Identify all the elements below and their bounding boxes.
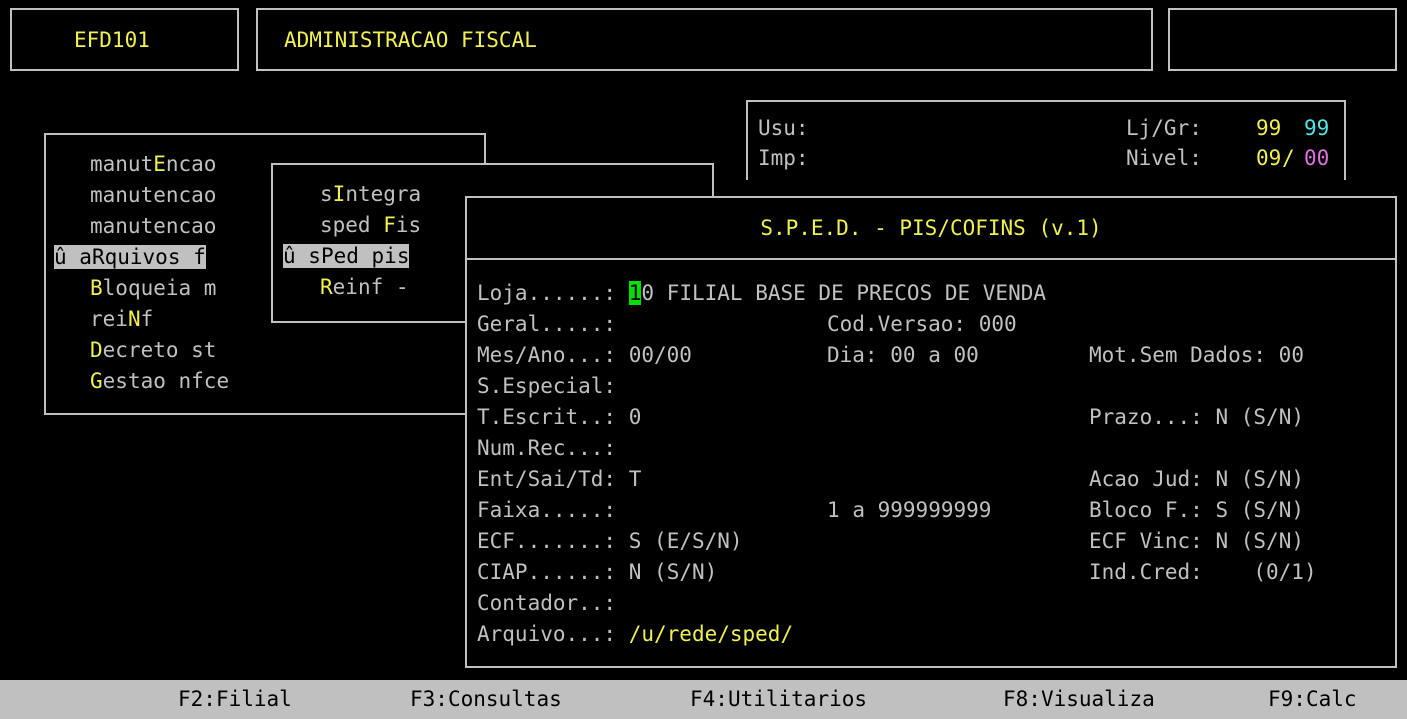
ljgr-grupo: 99 xyxy=(1304,116,1330,140)
fkey-f9-calc[interactable]: F9:Calc xyxy=(1268,680,1357,719)
dialog-header: S.P.E.D. - PIS/COFINS (v.1) xyxy=(467,198,1395,260)
field-faixa-range[interactable]: 1 a 999999999 xyxy=(827,495,991,526)
app-title: ADMINISTRACAO FISCAL xyxy=(284,27,537,52)
status-box xyxy=(1168,8,1397,71)
fkey-f2-filial[interactable]: F2:Filial xyxy=(178,680,292,719)
usu-label: Usu: xyxy=(758,116,809,140)
field-prazo[interactable]: Prazo...: N (S/N) xyxy=(1089,402,1304,433)
field-bloco-f[interactable]: Bloco F.: S (S/N) xyxy=(1089,495,1304,526)
ljgr-loja: 99 xyxy=(1256,116,1282,140)
field-acao-jud[interactable]: Acao Jud: N (S/N) xyxy=(1089,464,1304,495)
field-ind-cred[interactable]: Ind.Cred: (0/1) xyxy=(1089,557,1317,588)
field-s-especial[interactable]: S.Especial: xyxy=(477,371,1395,402)
menu-item-gestao-nfce[interactable]: Gestao nfce xyxy=(46,366,484,397)
function-key-bar: F2:Filial F3:Consultas F4:Utilitarios F8… xyxy=(0,680,1407,719)
imp-label: Imp: xyxy=(758,146,809,170)
fkey-f3-consultas[interactable]: F3:Consultas xyxy=(410,680,562,719)
loja-name: FILIAL BASE DE PRECOS DE VENDA xyxy=(666,281,1046,305)
sped-pis-cofins-dialog: S.P.E.D. - PIS/COFINS (v.1) Loja......: … xyxy=(465,196,1397,668)
field-ecf-vinc[interactable]: ECF Vinc: N (S/N) xyxy=(1089,526,1304,557)
program-code: EFD101 xyxy=(74,27,150,52)
arquivo-path: /u/rede/sped/ xyxy=(628,622,794,646)
field-num-rec[interactable]: Num.Rec...: xyxy=(477,433,1395,464)
loja-cursor: 1 xyxy=(628,281,642,305)
nivel-b: 00 xyxy=(1304,146,1330,170)
fkey-f4-utilitarios[interactable]: F4:Utilitarios xyxy=(690,680,867,719)
nivel-a: 09 xyxy=(1256,146,1282,170)
nivel-label: Nivel: xyxy=(1126,146,1202,170)
fkey-f8-visualiza[interactable]: F8:Visualiza xyxy=(1003,680,1155,719)
field-loja[interactable]: Loja......: 10 FILIAL BASE DE PRECOS DE … xyxy=(477,278,1395,309)
nivel-sep: / xyxy=(1282,146,1295,170)
title-box: ADMINISTRACAO FISCAL xyxy=(256,8,1153,71)
field-contador[interactable]: Contador..: xyxy=(477,588,1395,619)
field-mot-sem-dados[interactable]: Mot.Sem Dados: 00 xyxy=(1089,340,1304,371)
menu-item-decreto[interactable]: Decreto st xyxy=(46,335,484,366)
ljgr-label: Lj/Gr: xyxy=(1126,116,1202,140)
field-dia[interactable]: Dia: 00 a 00 xyxy=(827,340,979,371)
field-cod-versao[interactable]: Cod.Versao: 000 xyxy=(827,309,1017,340)
program-code-box: EFD101 xyxy=(10,8,239,71)
user-info-panel: Usu: Imp: Lj/Gr: 99 99 Nivel: 09 / 00 xyxy=(746,100,1346,180)
dialog-title: S.P.E.D. - PIS/COFINS (v.1) xyxy=(760,216,1102,240)
field-arquivo[interactable]: Arquivo...: /u/rede/sped/ xyxy=(477,619,1395,650)
